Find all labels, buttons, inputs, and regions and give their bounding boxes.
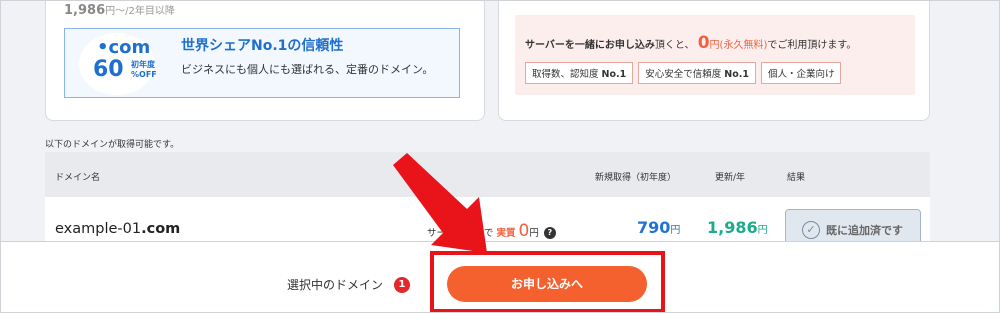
server-note-unit: 円: [529, 228, 539, 239]
availability-note: 以下のドメインが取得可能です。: [45, 140, 180, 150]
server-bundle-box: サーバーを一緒にお申し込み頂くと、 0円(永久無料)でご利用頂けます。 取得数、…: [515, 15, 915, 95]
server-bundle-zero: 0: [697, 33, 710, 53]
server-note-zero: 0: [518, 221, 530, 241]
already-added-label: 既に追加済です: [826, 224, 903, 237]
promo-badge: •com 60 初年度 %OFF: [79, 33, 157, 95]
server-note-jitsu: 実質: [496, 228, 516, 239]
new-price-unit: 円: [670, 225, 681, 236]
renew-price: 1,986: [64, 3, 106, 18]
check-circle-icon: ✓: [802, 221, 820, 239]
feature-tags: 取得数、認知度 No.1 安心安全で信頼度 No.1 個人・企業向け: [525, 62, 842, 84]
server-bundle-end: でご利用頂けます。: [767, 40, 857, 51]
domain-tld: .com: [141, 221, 181, 237]
server-bundle-lead: サーバーを一緒にお申し込み: [525, 40, 655, 51]
renew-price-suffix: 円〜/2年目以降: [105, 6, 175, 17]
feature-tag: 安心安全で信頼度 No.1: [638, 62, 756, 84]
selected-count-badge: 1: [394, 277, 410, 293]
server-bundle-text: サーバーを一緒にお申し込み頂くと、 0円(永久無料)でご利用頂けます。: [525, 33, 856, 53]
feature-tag-text: 取得数、認知度: [532, 69, 602, 80]
server-bundle-card: サーバーを一緒にお申し込み頂くと、 0円(永久無料)でご利用頂けます。 取得数、…: [498, 1, 930, 121]
new-price-value: 790: [637, 218, 671, 237]
new-price: 790円: [637, 218, 680, 237]
promo-discount: 60: [93, 57, 124, 82]
renew-price-note: 1,986円〜/2年目以降: [64, 2, 175, 18]
com-promo-banner: •com 60 初年度 %OFF 世界シェアNo.1の信頼性 ビジネスにも個人に…: [64, 28, 460, 98]
feature-tag-bold: No.1: [724, 69, 749, 80]
header-domain: ドメイン名: [55, 173, 101, 183]
renew-price-value: 1,986: [707, 218, 758, 237]
feature-tag-text: 個人・企業向け: [767, 69, 835, 80]
header-new-price: 新規取得（初年度）: [595, 173, 677, 183]
feature-tag: 取得数、認知度 No.1: [525, 62, 634, 84]
com-plan-card: 1,986円〜/2年目以降 •com 60 初年度 %OFF 世界シェアNo.1…: [45, 1, 485, 121]
help-icon[interactable]: ?: [543, 227, 556, 239]
promo-badge-sub: 初年度: [131, 60, 155, 69]
promo-description: ビジネスにも個人にも選ばれる、定番のドメイン。: [181, 63, 434, 76]
promo-title: 世界シェアNo.1の信頼性: [181, 38, 344, 54]
feature-tag-text: 安心安全で信頼度: [645, 69, 725, 80]
domain-label: example-01: [55, 221, 142, 237]
domain-search-page: 1,986円〜/2年目以降 •com 60 初年度 %OFF 世界シェアNo.1…: [0, 0, 1000, 313]
selected-domains-label: 選択中のドメイン: [287, 278, 384, 292]
header-renew-price: 更新/年: [715, 173, 746, 183]
renew-price-unit: 円: [757, 225, 768, 236]
renew-price-cell: 1,986円: [707, 218, 768, 237]
promo-discount-unit: %OFF: [131, 70, 157, 79]
feature-tag-bold: No.1: [601, 69, 627, 80]
annotation-arrow-icon: [393, 153, 487, 253]
server-bundle-mid: 頂くと、: [654, 40, 695, 51]
header-result: 結果: [787, 173, 806, 183]
server-bundle-free: 円(永久無料): [709, 40, 768, 51]
feature-tag: 個人・企業向け: [760, 62, 842, 84]
promo-tld: •com: [97, 37, 151, 58]
apply-button[interactable]: お申し込みへ: [447, 266, 647, 302]
domain-name: example-01.com: [55, 221, 180, 237]
